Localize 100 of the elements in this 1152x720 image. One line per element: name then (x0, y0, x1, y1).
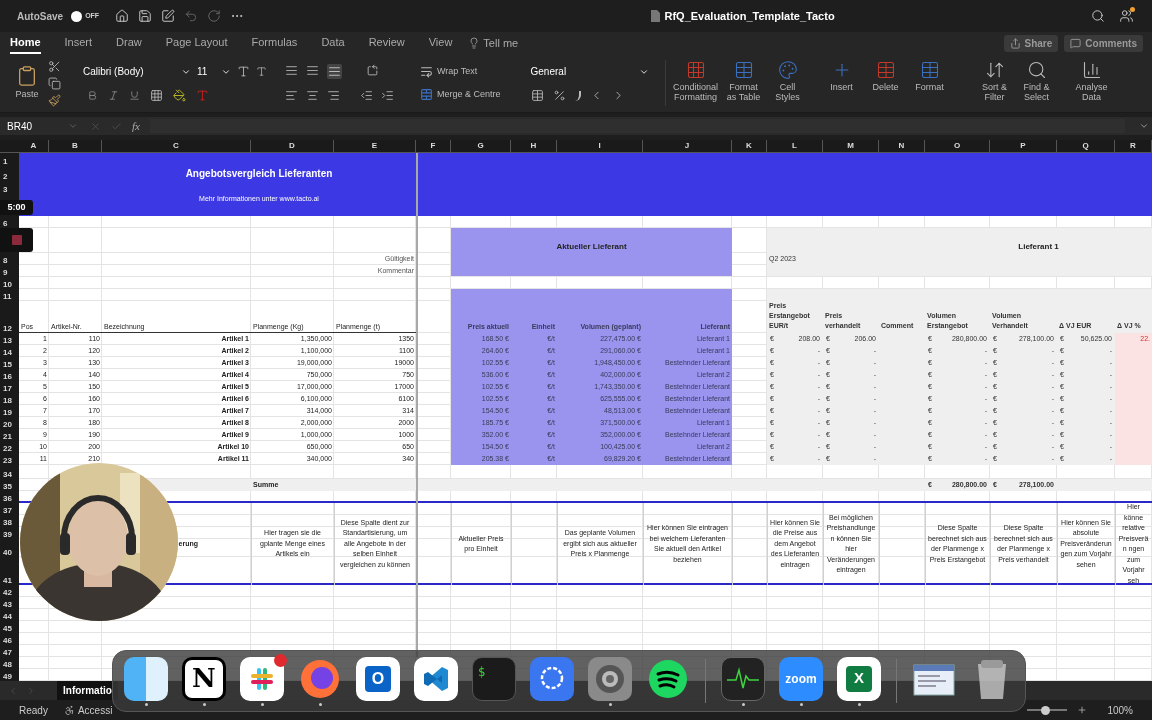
save-edit-icon[interactable] (161, 9, 176, 23)
format-painter-icon[interactable] (48, 93, 61, 107)
split-square-icon[interactable] (124, 656, 168, 701)
ribbon-button[interactable]: Format as Table (725, 60, 762, 102)
ribbon-tab[interactable]: Draw (116, 32, 142, 54)
home-icon[interactable] (115, 9, 130, 23)
row-header[interactable]: 3 (0, 185, 8, 194)
collaborators-icon[interactable] (1119, 9, 1135, 23)
underline-icon[interactable] (129, 90, 140, 101)
fill-color-icon[interactable] (173, 89, 186, 102)
zoom-level[interactable]: 100% (1107, 702, 1133, 718)
ribbon-tab[interactable]: Insert (64, 32, 93, 54)
zoom-slider[interactable] (1027, 705, 1068, 715)
accounting-icon[interactable] (530, 89, 544, 102)
align-right-icon[interactable] (327, 89, 340, 102)
letter-o-icon[interactable]: O (356, 656, 400, 701)
column-header[interactable]: D (251, 140, 334, 153)
copy-icon[interactable] (48, 76, 61, 90)
align-middle-icon[interactable] (306, 64, 319, 77)
ribbon-tab[interactable]: Review (368, 32, 405, 54)
column-header[interactable]: B (49, 140, 102, 153)
ribbon-button[interactable]: Sort & Filter (977, 60, 1012, 102)
letter-n-icon[interactable]: N (182, 656, 226, 701)
align-top-icon[interactable] (285, 64, 298, 77)
save-icon[interactable] (138, 9, 153, 23)
paste-button[interactable]: Paste (10, 64, 44, 102)
row-header[interactable]: 44 (0, 612, 12, 621)
font-color-icon[interactable] (196, 89, 209, 102)
column-header[interactable]: R (1115, 140, 1152, 153)
row-header[interactable]: 37 (0, 506, 12, 515)
row-header[interactable]: 12 (0, 324, 12, 333)
row-header[interactable]: 49 (0, 672, 12, 681)
ribbon-button[interactable]: Cell Styles (769, 60, 806, 102)
row-header[interactable]: 43 (0, 600, 12, 609)
align-left-icon[interactable] (285, 89, 298, 102)
column-header[interactable]: Q (1057, 140, 1115, 153)
row-header[interactable]: 6 (0, 219, 8, 228)
hash-icon[interactable] (240, 656, 284, 701)
bold-icon[interactable] (87, 90, 98, 101)
column-header[interactable]: M (823, 140, 879, 153)
column-header[interactable]: A (19, 140, 49, 153)
column-header[interactable]: K (732, 140, 767, 153)
column-header[interactable]: L (767, 140, 823, 153)
function-button[interactable]: fx (132, 120, 140, 132)
row-header[interactable]: 35 (0, 482, 12, 491)
row-header[interactable]: 47 (0, 648, 12, 657)
column-header[interactable]: E (334, 140, 416, 153)
row-header[interactable]: 15 (0, 360, 12, 369)
number-format-dropdown[interactable]: General (530, 64, 649, 79)
row-header[interactable]: 40 (0, 548, 12, 557)
column-header[interactable]: F (416, 140, 451, 153)
zoom-in-icon[interactable] (1077, 705, 1088, 715)
row-header[interactable]: 10 (0, 280, 12, 289)
row-header[interactable]: 17 (0, 384, 12, 393)
column-header[interactable]: G (451, 140, 511, 153)
accessibility-status[interactable]: Accessi (77, 702, 113, 718)
name-box[interactable]: BR40 (0, 118, 68, 134)
ribbon-button[interactable]: Insert (823, 60, 860, 92)
ribbon-tab[interactable]: Data (321, 32, 345, 54)
ribbon-tab[interactable]: View (428, 32, 453, 54)
row-header[interactable]: 38 (0, 518, 12, 527)
pulse-chart-icon[interactable] (721, 656, 765, 701)
decrease-font-icon[interactable] (256, 66, 267, 77)
increase-indent-icon[interactable] (381, 89, 394, 102)
increase-font-icon[interactable] (237, 65, 250, 78)
italic-icon[interactable] (108, 90, 119, 101)
row-header[interactable]: 1 (0, 157, 8, 166)
lightbulb-icon[interactable] (468, 37, 481, 49)
row-header[interactable]: 19 (0, 408, 12, 417)
orientation-icon[interactable] (366, 64, 379, 77)
align-center-icon[interactable] (306, 89, 319, 102)
ribbon-button[interactable]: Find & Select (1019, 60, 1054, 102)
row-header[interactable]: 21 (0, 432, 12, 441)
row-header[interactable]: 39 (0, 530, 12, 539)
code-editor-icon[interactable] (414, 656, 458, 701)
row-header[interactable]: 45 (0, 624, 12, 633)
row-header[interactable]: 13 (0, 336, 12, 345)
ribbon-button[interactable]: Format (911, 60, 948, 92)
accessibility-icon[interactable] (63, 704, 75, 716)
settings-icon[interactable] (588, 656, 632, 701)
borders-icon[interactable] (150, 89, 163, 102)
row-header[interactable]: 20 (0, 420, 12, 429)
font-dropdown[interactable]: Calibri (Body) (83, 64, 191, 79)
ribbon-button[interactable]: Conditional Formatting (673, 60, 718, 102)
column-header[interactable]: O (925, 140, 990, 153)
ribbon-button[interactable]: Analyse Data (1071, 60, 1112, 102)
row-header[interactable]: 18 (0, 396, 12, 405)
row-header[interactable]: 9 (0, 268, 8, 277)
column-header[interactable]: N (879, 140, 925, 153)
percent-icon[interactable] (552, 89, 566, 102)
row-header[interactable]: 23 (0, 456, 12, 465)
search-icon[interactable] (1091, 9, 1105, 23)
row-header[interactable]: 22 (0, 444, 12, 453)
merge-centre-button[interactable]: Merge & Centre (420, 88, 501, 102)
expand-formula-icon[interactable] (1139, 121, 1149, 131)
tell-me-field[interactable]: Tell me (483, 34, 519, 52)
redo-icon[interactable] (207, 9, 222, 23)
column-header[interactable]: C (102, 140, 251, 153)
row-header[interactable]: 46 (0, 636, 12, 645)
row-header[interactable]: 41 (0, 576, 12, 585)
